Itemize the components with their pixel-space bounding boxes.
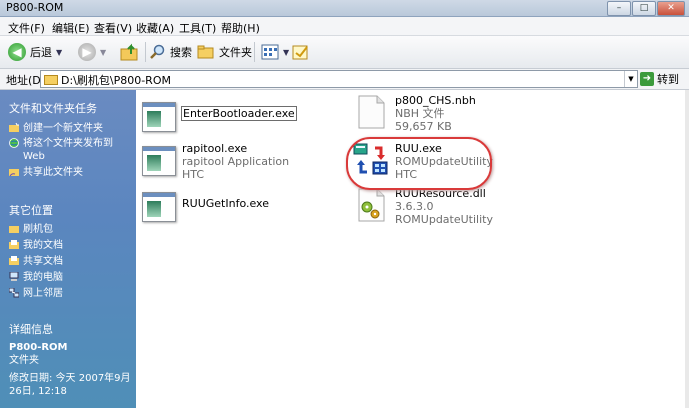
task-new-folder[interactable]: 创建一个新文件夹 bbox=[9, 122, 103, 135]
details-title[interactable]: 详细信息 bbox=[9, 321, 53, 337]
task-share-folder[interactable]: 共享此文件夹 bbox=[9, 166, 83, 179]
file-item[interactable]: RUUGetInfo.exe bbox=[140, 188, 269, 224]
details-name: P800-ROM bbox=[9, 342, 68, 353]
generic-file-icon bbox=[358, 95, 385, 129]
shared-folder-icon bbox=[9, 256, 19, 265]
sync-icon[interactable] bbox=[292, 43, 310, 61]
task-pane: 文件和文件夹任务 创建一个新文件夹 将这个文件夹发布到 Web 共享此文件夹 其… bbox=[0, 90, 136, 408]
dll-file-icon bbox=[358, 188, 385, 222]
back-arrow-icon: ◀ bbox=[8, 43, 26, 61]
file-item[interactable]: p800_CHS.nbh NBH 文件 59,657 KB bbox=[353, 94, 476, 133]
go-label: 转到 bbox=[657, 73, 679, 86]
place-shared-documents[interactable]: 共享文档 bbox=[9, 255, 63, 268]
documents-folder-icon bbox=[9, 240, 19, 249]
place-network[interactable]: 网上邻居 bbox=[9, 287, 63, 300]
task-publish-web[interactable]: 将这个文件夹发布到 Web bbox=[9, 137, 127, 163]
search-label: 搜索 bbox=[170, 46, 192, 59]
share-folder-icon bbox=[9, 169, 19, 177]
file-type: NBH 文件 bbox=[395, 107, 445, 120]
maximize-button[interactable]: □ bbox=[632, 1, 656, 16]
globe-icon bbox=[9, 138, 19, 148]
tasks-title[interactable]: 文件和文件夹任务 bbox=[9, 100, 97, 116]
file-version: 3.6.3.0 bbox=[395, 200, 434, 213]
back-dropdown-icon: ▼ bbox=[56, 47, 63, 57]
up-folder-icon[interactable] bbox=[120, 42, 140, 62]
menu-edit[interactable]: 编辑(E) bbox=[52, 20, 90, 36]
file-description: rapitool Application bbox=[182, 155, 290, 168]
folder-icon bbox=[197, 45, 214, 59]
vertical-scrollbar[interactable] bbox=[685, 90, 689, 408]
file-description: ROMUpdateUtility bbox=[395, 213, 493, 226]
file-item[interactable]: rapitool.exe rapitool Application HTC bbox=[140, 142, 289, 181]
address-input[interactable]: D:\刷机包\P800-ROM ▼ bbox=[40, 70, 638, 88]
application-icon bbox=[140, 188, 176, 224]
toolbar-separator bbox=[145, 42, 146, 62]
toolbar: ◀ 后退 ▼ ▶ ▼ 搜索 文件夹 ▼ bbox=[0, 36, 689, 69]
details-modified-cont: 26日, 12:18 bbox=[9, 386, 67, 397]
file-name: rapitool.exe bbox=[182, 142, 248, 155]
details-type: 文件夹 bbox=[9, 355, 39, 366]
address-dropdown-icon[interactable]: ▼ bbox=[624, 71, 637, 87]
back-label: 后退 bbox=[30, 46, 52, 59]
file-item[interactable]: RUUResource.dll 3.6.3.0 ROMUpdateUtility bbox=[353, 187, 493, 226]
place-my-documents[interactable]: 我的文档 bbox=[9, 239, 63, 252]
forward-button[interactable]: ▶ ▼ bbox=[78, 42, 106, 62]
highlight-ring bbox=[346, 137, 492, 190]
minimize-button[interactable]: – bbox=[607, 1, 631, 16]
title-bar: P800-ROM – □ ✕ bbox=[0, 0, 689, 17]
toolbar-separator bbox=[254, 42, 255, 62]
search-button[interactable]: 搜索 bbox=[150, 42, 192, 62]
application-icon bbox=[140, 98, 176, 134]
go-arrow-icon: ➜ bbox=[640, 72, 654, 86]
back-button[interactable]: ◀ 后退 ▼ bbox=[8, 42, 62, 62]
window-title: P800-ROM bbox=[6, 1, 64, 14]
menu-tools[interactable]: 工具(T) bbox=[179, 20, 216, 36]
close-button[interactable]: ✕ bbox=[657, 1, 685, 16]
address-path: D:\刷机包\P800-ROM bbox=[61, 74, 171, 87]
places-title[interactable]: 其它位置 bbox=[9, 202, 53, 218]
file-name: EnterBootloader.exe bbox=[181, 106, 297, 121]
views-dropdown-icon: ▼ bbox=[283, 47, 290, 57]
file-size: 59,657 KB bbox=[395, 120, 452, 133]
folder-icon bbox=[9, 226, 19, 233]
menu-favorites[interactable]: 收藏(A) bbox=[136, 20, 174, 36]
views-icon bbox=[261, 44, 279, 60]
forward-dropdown-icon: ▼ bbox=[100, 47, 107, 57]
folders-label: 文件夹 bbox=[219, 46, 252, 59]
network-icon bbox=[9, 288, 19, 298]
menu-view[interactable]: 查看(V) bbox=[94, 20, 132, 36]
folders-button[interactable]: 文件夹 bbox=[197, 42, 252, 62]
file-name: RUUGetInfo.exe bbox=[182, 197, 269, 210]
place-my-computer[interactable]: 我的电脑 bbox=[9, 271, 63, 284]
place-flash-pack[interactable]: 刷机包 bbox=[9, 223, 53, 236]
details-modified: 修改日期: 今天 2007年9月 bbox=[9, 373, 131, 384]
file-company: HTC bbox=[182, 168, 205, 181]
address-bar: 地址(D) D:\刷机包\P800-ROM ▼ ➜ 转到 bbox=[0, 69, 689, 90]
forward-arrow-icon: ▶ bbox=[78, 43, 96, 61]
application-icon bbox=[140, 142, 176, 178]
views-button[interactable]: ▼ bbox=[261, 42, 289, 62]
computer-icon bbox=[9, 272, 19, 281]
folder-icon bbox=[44, 75, 58, 85]
window-controls: – □ ✕ bbox=[607, 1, 685, 16]
file-name: p800_CHS.nbh bbox=[395, 94, 476, 107]
menu-help[interactable]: 帮助(H) bbox=[221, 20, 260, 36]
search-icon bbox=[150, 44, 165, 59]
menu-bar: 文件(F) 编辑(E) 查看(V) 收藏(A) 工具(T) 帮助(H) bbox=[0, 17, 689, 48]
menu-file[interactable]: 文件(F) bbox=[8, 20, 45, 36]
file-item[interactable]: EnterBootloader.exe bbox=[140, 98, 297, 134]
new-folder-icon bbox=[9, 123, 19, 132]
go-button[interactable]: ➜ 转到 bbox=[640, 71, 679, 87]
